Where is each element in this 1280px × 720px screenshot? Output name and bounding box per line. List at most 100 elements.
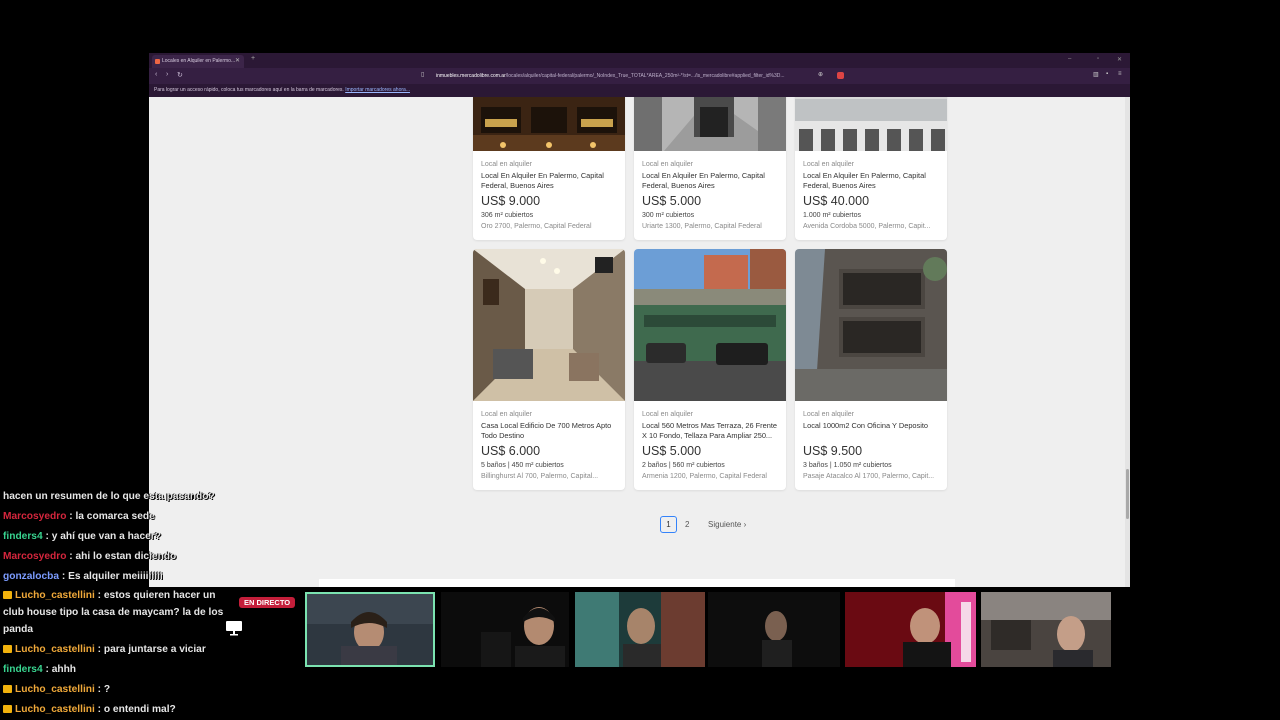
chat-username[interactable]: Lucho_castellini [15, 704, 95, 715]
webcam-tile-active[interactable] [305, 592, 435, 667]
listing-type: Local en alquiler [642, 411, 693, 418]
listing-price: US$ 40.000 [803, 194, 870, 208]
next-page-link[interactable]: Siguiente › [708, 516, 746, 533]
stream-chat: hacen un resumen de lo que esta pasando?… [0, 470, 240, 720]
listing-title[interactable]: Local 560 Metros Mas Terraza, 26 Frente … [642, 421, 780, 440]
bookmarks-hint: Para lograr un acceso rápido, coloca tus… [154, 87, 344, 93]
page-viewport: Local en alquiler Local En Alquiler En P… [149, 97, 1125, 587]
bookmark-icon[interactable]: ▯ [421, 71, 424, 78]
listing-address: Billinghurst Al 700, Palermo, Capital... [481, 473, 599, 480]
chat-message: Lucho_castellini : ? [3, 681, 239, 698]
browser-tab[interactable]: Locales en Alquiler en Palermo... ✕ [152, 55, 244, 68]
listing-price: US$ 9.000 [481, 194, 541, 208]
webcam-tile[interactable] [441, 592, 569, 667]
listing-price: US$ 5.000 [642, 194, 702, 208]
chat-username[interactable]: Lucho_castellini [15, 644, 95, 655]
listing-title[interactable]: Local En Alquiler En Palermo, Capital Fe… [803, 171, 941, 190]
new-tab-icon[interactable]: + [251, 55, 255, 62]
listing-card[interactable]: Local en alquiler Casa Local Edificio De… [473, 249, 625, 490]
listing-type: Local en alquiler [803, 161, 854, 168]
listing-price: US$ 6.000 [481, 444, 541, 458]
listing-features: 1.000 m² cubiertos [803, 212, 861, 219]
subscriber-badge-icon [3, 645, 12, 653]
chat-message: gonzalocba : Es alquiler meiiiiiiiii [3, 568, 239, 585]
address-bar: ‹ › ↻ ▯ inmuebles.mercadolibre.com.ar/lo… [149, 68, 1130, 84]
listing-card[interactable]: Local en alquiler Local 560 Metros Mas T… [634, 249, 786, 490]
listing-card[interactable]: Local en alquiler Local 1000m2 Con Ofici… [795, 249, 947, 490]
listing-price: US$ 9.500 [803, 444, 863, 458]
listing-info: Local en alquiler Local En Alquiler En P… [642, 160, 780, 231]
chat-text: : la comarca sede [66, 511, 155, 522]
chat-username[interactable]: Lucho_castellini [15, 590, 95, 601]
back-icon[interactable]: ‹ [155, 71, 157, 78]
chat-message: finders4 : y ahí que van a hacer? [3, 528, 239, 545]
chat-text: : ? [94, 684, 111, 695]
scrollbar-thumb[interactable] [1126, 469, 1129, 519]
listing-type: Local en alquiler [803, 411, 854, 418]
url-field[interactable]: inmuebles.mercadolibre.com.ar/locales/al… [436, 71, 856, 81]
listing-info: Local en alquiler Local En Alquiler En P… [481, 160, 619, 231]
listing-features: 5 baños | 450 m² cubiertos [481, 462, 564, 469]
chat-username[interactable]: Lucho_castellini [15, 684, 95, 695]
listing-type: Local en alquiler [481, 411, 532, 418]
chat-username[interactable]: gonzalocba [3, 571, 59, 582]
listing-title[interactable]: Casa Local Edificio De 700 Metros Apto T… [481, 421, 619, 440]
import-bookmarks-link[interactable]: Importar marcadores ahora... [345, 87, 410, 93]
listing-features: 2 baños | 560 m² cubiertos [642, 462, 725, 469]
chat-message: finders4 : ahhh [3, 661, 239, 678]
chat-message: Marcosyedro : la comarca sede [3, 508, 239, 525]
monitor-icon [226, 621, 242, 636]
page-scrollbar[interactable] [1125, 97, 1130, 587]
bookmarks-bar: Para lograr un acceso rápido, coloca tus… [149, 84, 1130, 97]
listing-title[interactable]: Local En Alquiler En Palermo, Capital Fe… [642, 171, 780, 190]
webcam-tile[interactable] [575, 592, 705, 667]
url-host: inmuebles.mercadolibre.com.ar [436, 73, 506, 79]
chat-username[interactable]: Marcosyedro [3, 551, 66, 562]
listing-photo[interactable] [795, 249, 947, 401]
download-icon[interactable]: ▪ [1106, 71, 1108, 77]
listing-type: Local en alquiler [481, 161, 532, 168]
chat-text: : Es alquiler meiiiiiiiii [59, 571, 163, 582]
close-tab-icon[interactable]: ✕ [235, 55, 240, 68]
webcam-tile[interactable] [981, 592, 1111, 667]
tab-title: Locales en Alquiler en Palermo... [162, 58, 236, 64]
chat-text: : y ahí que van a hacer? [42, 531, 161, 542]
webcam-tile[interactable] [845, 592, 976, 667]
listing-price: US$ 5.000 [642, 444, 702, 458]
close-window-icon[interactable]: ✕ [1117, 56, 1122, 63]
page-1-button[interactable]: 1 [660, 516, 677, 533]
page-2-link[interactable]: 2 [685, 516, 693, 533]
pagination: 1 2 Siguiente › [149, 516, 1125, 534]
listing-photo[interactable] [473, 249, 625, 401]
webcam-tile[interactable] [708, 592, 840, 667]
subscriber-badge-icon [3, 685, 12, 693]
subscriber-badge-icon [3, 705, 12, 713]
reload-icon[interactable]: ↻ [177, 71, 183, 79]
listing-title[interactable]: Local En Alquiler En Palermo, Capital Fe… [481, 171, 619, 190]
listing-photo[interactable] [634, 249, 786, 401]
forward-icon[interactable]: › [166, 71, 168, 78]
chat-username[interactable]: finders4 [3, 531, 43, 542]
subscriber-badge-icon [3, 591, 12, 599]
listing-features: 3 baños | 1.050 m² cubiertos [803, 462, 892, 469]
listing-address: Avenida Cordoba 5000, Palermo, Capit... [803, 223, 931, 230]
listing-address: Pasaje Atacalco Al 1700, Palermo, Capit.… [803, 473, 935, 480]
listing-card[interactable]: Local en alquiler Local En Alquiler En P… [795, 97, 947, 240]
listing-card[interactable]: Local en alquiler Local En Alquiler En P… [634, 97, 786, 240]
chat-text: : ahi lo estan diciendo [66, 551, 177, 562]
tab-bar: Locales en Alquiler en Palermo... ✕ + – … [149, 53, 1130, 68]
maximize-icon[interactable]: ▫ [1097, 56, 1099, 62]
menu-icon[interactable]: ≡ [1118, 71, 1122, 77]
minimize-icon[interactable]: – [1068, 56, 1071, 62]
listing-address: Uriarte 1300, Palermo, Capital Federal [642, 223, 762, 230]
chat-message: Lucho_castellini : estos quieren hacer u… [3, 587, 235, 638]
chat-username[interactable]: Marcosyedro [3, 511, 66, 522]
browser-window: Locales en Alquiler en Palermo... ✕ + – … [149, 53, 1130, 587]
zoom-icon[interactable]: ⊕ [818, 71, 823, 78]
listing-card[interactable]: Local en alquiler Local En Alquiler En P… [473, 97, 625, 240]
listing-title[interactable]: Local 1000m2 Con Oficina Y Deposito [803, 421, 941, 440]
listing-features: 306 m² cubiertos [481, 212, 534, 219]
sidebar-icon[interactable]: ▥ [1093, 71, 1099, 78]
chat-username[interactable]: finders4 [3, 664, 43, 675]
extension-icon[interactable] [837, 72, 844, 79]
